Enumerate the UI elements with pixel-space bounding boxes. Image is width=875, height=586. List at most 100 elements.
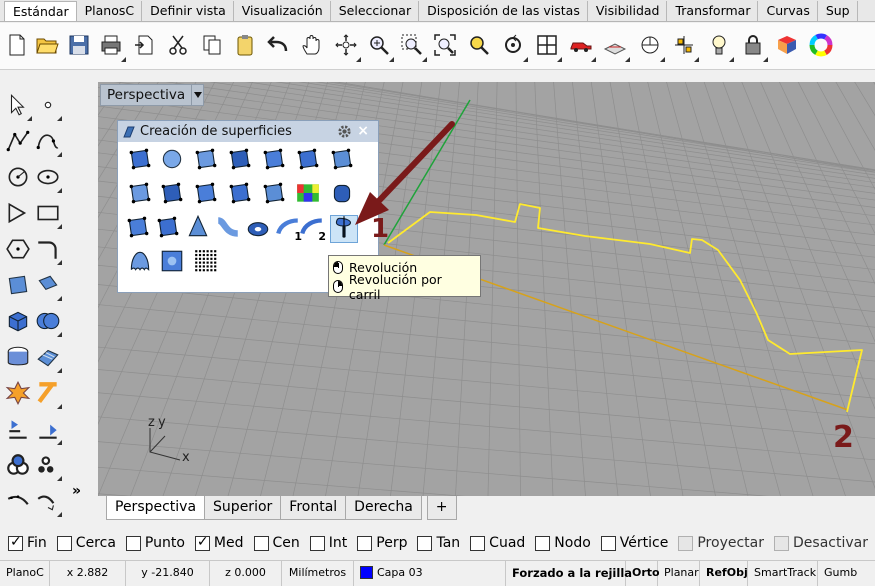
rectangle-plane-button[interactable]: [158, 181, 186, 209]
point-grid-button[interactable]: [192, 249, 220, 277]
heightfield-button[interactable]: [294, 181, 322, 209]
network-srf-button[interactable]: [260, 147, 288, 175]
osnap-3[interactable]: Med: [194, 534, 244, 551]
explode-button[interactable]: [4, 380, 32, 409]
osnap-8[interactable]: Cuad: [470, 535, 525, 551]
car-button[interactable]: [568, 34, 596, 62]
sphere-srf-button[interactable]: [158, 147, 186, 175]
osnap-checkbox[interactable]: [56, 535, 72, 551]
render-button[interactable]: [4, 453, 32, 481]
tab-7[interactable]: Transformar: [667, 1, 759, 21]
osnap-checkbox[interactable]: [600, 535, 616, 551]
ellipse-button[interactable]: [34, 165, 62, 193]
cplane-button[interactable]: [637, 34, 665, 62]
polygon-button[interactable]: [4, 237, 32, 265]
tab-3[interactable]: Visualización: [233, 1, 331, 21]
pan-hand-button[interactable]: [298, 34, 324, 60]
new-file-button[interactable]: [4, 34, 30, 60]
status-layer[interactable]: Capa 03: [354, 561, 506, 586]
bend-button[interactable]: [4, 489, 32, 517]
srf-from-curves-button[interactable]: [126, 181, 154, 209]
material-button[interactable]: [774, 34, 800, 60]
tab-9[interactable]: Sup: [817, 1, 858, 21]
loft-button[interactable]: [226, 147, 254, 175]
status-osnap[interactable]: RefObj: [700, 561, 748, 586]
save-button[interactable]: [66, 34, 92, 60]
osnap-checkbox[interactable]: [470, 535, 486, 551]
osnap-0[interactable]: Fin: [8, 534, 47, 551]
osnap-checkbox[interactable]: [8, 534, 23, 551]
status-grid-snap[interactable]: Forzado a la rejilla: [506, 561, 632, 586]
patch-button[interactable]: [192, 147, 220, 175]
paste-button[interactable]: [232, 34, 258, 60]
analyze-button[interactable]: [34, 417, 62, 445]
lock-button[interactable]: [740, 34, 768, 62]
close-icon[interactable]: ×: [357, 123, 369, 139]
osnap-12[interactable]: Desactivar: [774, 535, 868, 551]
osnap-11[interactable]: Proyectar: [678, 535, 764, 551]
viewport-tab-3[interactable]: Derecha: [345, 496, 422, 520]
status-cplane[interactable]: PlanoC: [0, 561, 50, 586]
open-folder-button[interactable]: [34, 34, 60, 60]
osnap-checkbox[interactable]: [678, 535, 694, 551]
heightfield-image-button[interactable]: [158, 249, 186, 277]
osnap-checkbox[interactable]: [309, 535, 325, 551]
revolve-2-button[interactable]: 2: [298, 215, 326, 243]
cylinder-srf-button[interactable]: [328, 181, 356, 209]
extrude-crv-button[interactable]: [260, 181, 288, 209]
undo-button[interactable]: [265, 34, 291, 60]
osnap-checkbox[interactable]: [357, 535, 373, 551]
add-viewport-tab-button[interactable]: +: [426, 496, 457, 520]
rectangle-button[interactable]: [34, 201, 62, 229]
osnap-10[interactable]: Vértice: [600, 535, 668, 551]
viewport-dropdown-icon[interactable]: [191, 85, 203, 105]
status-gumball[interactable]: Gumb: [818, 561, 858, 586]
cone-srf-button[interactable]: [184, 214, 212, 243]
tab-4[interactable]: Seleccionar: [330, 1, 420, 21]
rotate-button[interactable]: [500, 34, 528, 62]
print-button[interactable]: [98, 34, 126, 62]
osnap-9[interactable]: Nodo: [535, 535, 591, 551]
four-viewports-button[interactable]: [534, 34, 562, 62]
viewport-tab-0[interactable]: Perspectiva: [106, 496, 206, 520]
arc-button[interactable]: [4, 201, 32, 229]
extrude-button[interactable]: [34, 273, 62, 301]
color-wheel-button[interactable]: [808, 33, 834, 60]
boolean-union-button[interactable]: [34, 309, 62, 337]
tab-0[interactable]: Estándar: [4, 1, 77, 21]
dots-button[interactable]: [34, 453, 62, 481]
viewport-title[interactable]: Perspectiva: [100, 84, 205, 106]
tab-2[interactable]: Definir vista: [142, 1, 234, 21]
polyline-button[interactable]: [4, 129, 32, 157]
zoom-selected-button[interactable]: [466, 34, 492, 60]
osnap-2[interactable]: Punto: [125, 535, 185, 551]
status-planar[interactable]: Planar: [658, 561, 700, 586]
status-ortho[interactable]: Orto: [626, 561, 660, 586]
zoom-extents-button[interactable]: [432, 34, 458, 60]
dimension-button[interactable]: [34, 381, 62, 409]
panel-header[interactable]: Creación de superficies ×: [118, 121, 378, 142]
srf-pts-button[interactable]: [4, 273, 32, 301]
point-button[interactable]: [671, 34, 699, 62]
viewport-tab-2[interactable]: Frontal: [280, 496, 347, 520]
circle-button[interactable]: [4, 165, 32, 193]
rotate-view-button[interactable]: [333, 34, 361, 62]
mesh-grid-button[interactable]: [34, 345, 62, 373]
viewport-tab-1[interactable]: Superior: [204, 496, 282, 520]
srf-from-points-button[interactable]: [126, 147, 154, 175]
sweep1-button[interactable]: [192, 181, 220, 209]
more-tools-icon[interactable]: »: [72, 483, 81, 499]
osnap-checkbox[interactable]: [125, 535, 141, 551]
osnap-checkbox[interactable]: [253, 535, 269, 551]
osnap-7[interactable]: Tan: [417, 535, 460, 551]
zoom-window-button[interactable]: [399, 34, 427, 62]
zoom-button[interactable]: [366, 34, 394, 62]
tab-5[interactable]: Disposición de las vistas: [419, 1, 588, 21]
copy-button[interactable]: [199, 34, 225, 60]
fillet-button[interactable]: [34, 237, 62, 265]
tab-1[interactable]: PlanosC: [76, 1, 143, 21]
revolve-button[interactable]: [330, 215, 358, 243]
osnap-checkbox[interactable]: [774, 535, 789, 551]
torus-srf-button[interactable]: [244, 215, 272, 243]
select-arrow-button[interactable]: [4, 93, 32, 121]
